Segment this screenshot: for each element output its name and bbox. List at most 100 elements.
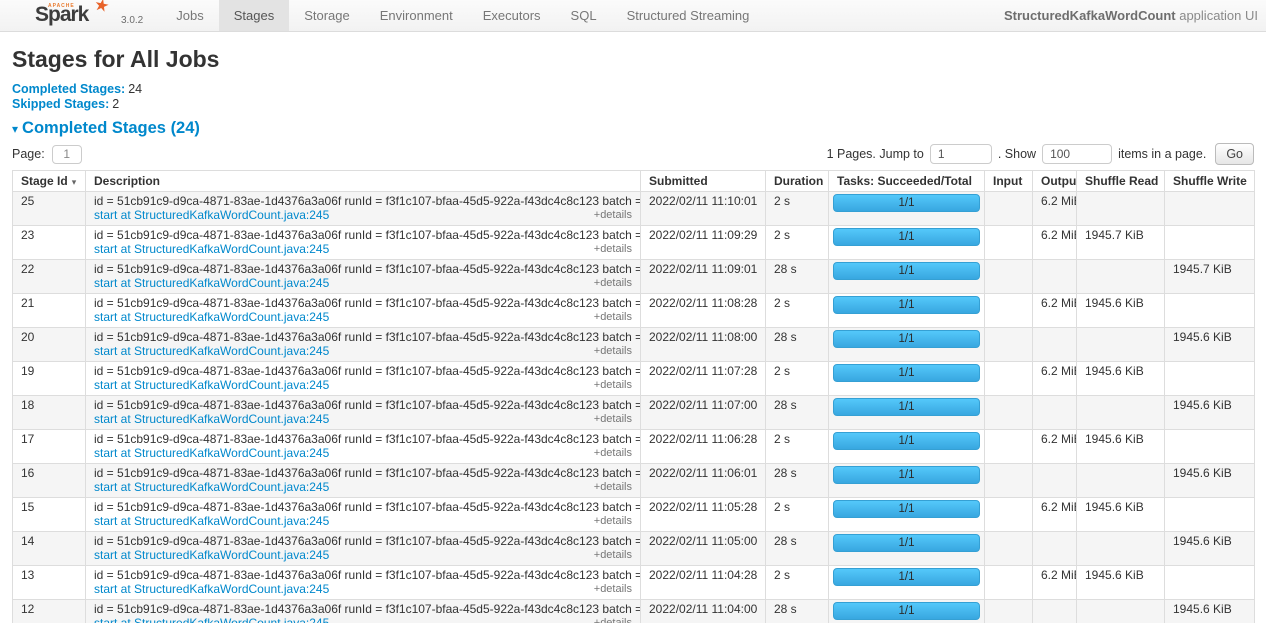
pagination-bar: Page: 1 Pages. Jump to . Show items in a… — [12, 143, 1254, 165]
column-header-submitted[interactable]: Submitted — [641, 171, 766, 192]
stage-detail-link[interactable]: start at StructuredKafkaWordCount.java:2… — [94, 582, 329, 596]
column-header-description[interactable]: Description — [86, 171, 641, 192]
stage-detail-link[interactable]: start at StructuredKafkaWordCount.java:2… — [94, 208, 329, 222]
description-cell: id = 51cb91c9-d9ca-4871-83ae-1d4376a3a06… — [86, 396, 641, 430]
input-cell — [985, 294, 1033, 328]
column-header-duration[interactable]: Duration — [766, 171, 829, 192]
shuffle-write-cell: 1945.6 KiB — [1165, 396, 1255, 430]
task-progress-label: 1/1 — [899, 502, 915, 516]
stage-description: id = 51cb91c9-d9ca-4871-83ae-1d4376a3a06… — [94, 194, 632, 208]
tasks-cell: 1/1 — [829, 226, 985, 260]
details-toggle[interactable]: +details — [594, 480, 632, 495]
jump-to-page-input[interactable] — [930, 144, 992, 164]
skipped-stages-value: 2 — [112, 97, 119, 111]
output-cell — [1033, 396, 1077, 430]
duration-cell: 2 s — [766, 294, 829, 328]
details-toggle[interactable]: +details — [594, 582, 632, 597]
details-toggle[interactable]: +details — [594, 616, 632, 623]
tasks-cell: 1/1 — [829, 362, 985, 396]
stage-detail-link[interactable]: start at StructuredKafkaWordCount.java:2… — [94, 276, 329, 290]
nav-tab-storage[interactable]: Storage — [289, 0, 365, 31]
description-cell: id = 51cb91c9-d9ca-4871-83ae-1d4376a3a06… — [86, 566, 641, 600]
task-progress-bar: 1/1 — [833, 194, 980, 212]
details-toggle[interactable]: +details — [594, 446, 632, 461]
details-toggle[interactable]: +details — [594, 276, 632, 291]
description-cell: id = 51cb91c9-d9ca-4871-83ae-1d4376a3a06… — [86, 192, 641, 226]
stage-detail-link[interactable]: start at StructuredKafkaWordCount.java:2… — [94, 378, 329, 392]
output-cell: 6.2 MiB — [1033, 294, 1077, 328]
task-progress-bar: 1/1 — [833, 432, 980, 450]
input-cell — [985, 260, 1033, 294]
tasks-cell: 1/1 — [829, 192, 985, 226]
details-toggle[interactable]: +details — [594, 548, 632, 563]
page-number-input[interactable] — [52, 145, 82, 164]
stage-detail-link[interactable]: start at StructuredKafkaWordCount.java:2… — [94, 446, 329, 460]
details-toggle[interactable]: +details — [594, 242, 632, 257]
nav-tab-structured-streaming[interactable]: Structured Streaming — [612, 0, 765, 31]
spark-version: 3.0.2 — [121, 15, 143, 26]
input-cell — [985, 566, 1033, 600]
column-header-stage-id[interactable]: Stage Id▾ — [13, 171, 86, 192]
task-progress-bar: 1/1 — [833, 296, 980, 314]
stage-detail-link[interactable]: start at StructuredKafkaWordCount.java:2… — [94, 480, 329, 494]
completed-stages-link[interactable]: Completed Stages: — [12, 82, 125, 96]
duration-cell: 2 s — [766, 192, 829, 226]
pagination-controls: 1 Pages. Jump to . Show items in a page.… — [827, 143, 1254, 165]
task-progress-bar: 1/1 — [833, 262, 980, 280]
task-progress-label: 1/1 — [899, 298, 915, 312]
tasks-cell: 1/1 — [829, 430, 985, 464]
task-progress-label: 1/1 — [899, 400, 915, 414]
completed-stages-section-header[interactable]: ▾Completed Stages (24) — [12, 119, 1254, 138]
column-header-label: Shuffle Write — [1173, 174, 1247, 188]
tasks-cell: 1/1 — [829, 498, 985, 532]
stage-id-cell: 22 — [13, 260, 86, 294]
tasks-cell: 1/1 — [829, 532, 985, 566]
shuffle-read-cell: 1945.6 KiB — [1077, 498, 1165, 532]
stage-detail-link[interactable]: start at StructuredKafkaWordCount.java:2… — [94, 412, 329, 426]
input-cell — [985, 464, 1033, 498]
stage-detail-link[interactable]: start at StructuredKafkaWordCount.java:2… — [94, 616, 329, 623]
description-cell: id = 51cb91c9-d9ca-4871-83ae-1d4376a3a06… — [86, 294, 641, 328]
show-text: . Show — [998, 147, 1036, 161]
nav-tab-stages[interactable]: Stages — [219, 0, 289, 31]
column-header-output[interactable]: Output — [1033, 171, 1077, 192]
output-cell — [1033, 532, 1077, 566]
stage-detail-link[interactable]: start at StructuredKafkaWordCount.java:2… — [94, 548, 329, 562]
skipped-stages-link[interactable]: Skipped Stages: — [12, 97, 109, 111]
details-toggle[interactable]: +details — [594, 208, 632, 223]
stage-detail-link[interactable]: start at StructuredKafkaWordCount.java:2… — [94, 514, 329, 528]
stage-detail-link[interactable]: start at StructuredKafkaWordCount.java:2… — [94, 242, 329, 256]
details-toggle[interactable]: +details — [594, 378, 632, 393]
table-row: 25id = 51cb91c9-d9ca-4871-83ae-1d4376a3a… — [13, 192, 1255, 226]
go-button[interactable]: Go — [1215, 143, 1254, 165]
shuffle-write-cell — [1165, 498, 1255, 532]
details-toggle[interactable]: +details — [594, 310, 632, 325]
details-toggle[interactable]: +details — [594, 514, 632, 529]
column-header-shuffle-read[interactable]: Shuffle Read — [1077, 171, 1165, 192]
nav-tab-jobs[interactable]: Jobs — [161, 0, 218, 31]
input-cell — [985, 600, 1033, 623]
stage-detail-link[interactable]: start at StructuredKafkaWordCount.java:2… — [94, 344, 329, 358]
stage-detail-link[interactable]: start at StructuredKafkaWordCount.java:2… — [94, 310, 329, 324]
details-toggle[interactable]: +details — [594, 412, 632, 427]
nav-tab-executors[interactable]: Executors — [468, 0, 556, 31]
shuffle-write-cell: 1945.6 KiB — [1165, 328, 1255, 362]
submitted-cell: 2022/02/11 11:09:29 — [641, 226, 766, 260]
duration-cell: 28 s — [766, 328, 829, 362]
output-cell: 6.2 MiB — [1033, 226, 1077, 260]
spark-logo[interactable]: APACHE Spark ★ — [35, 0, 107, 31]
nav-tab-sql[interactable]: SQL — [556, 0, 612, 31]
items-per-page-input[interactable] — [1042, 144, 1112, 164]
spark-logo-text: Spark — [35, 3, 88, 27]
completed-stages-value: 24 — [128, 82, 142, 96]
column-header-input[interactable]: Input — [985, 171, 1033, 192]
duration-cell: 28 s — [766, 600, 829, 623]
column-header-shuffle-write[interactable]: Shuffle Write — [1165, 171, 1255, 192]
column-header-label: Tasks: Succeeded/Total — [837, 174, 972, 188]
submitted-cell: 2022/02/11 11:08:28 — [641, 294, 766, 328]
table-row: 20id = 51cb91c9-d9ca-4871-83ae-1d4376a3a… — [13, 328, 1255, 362]
details-toggle[interactable]: +details — [594, 344, 632, 359]
column-header-tasks-succeeded-total[interactable]: Tasks: Succeeded/Total — [829, 171, 985, 192]
shuffle-read-cell: 1945.6 KiB — [1077, 430, 1165, 464]
nav-tab-environment[interactable]: Environment — [365, 0, 468, 31]
